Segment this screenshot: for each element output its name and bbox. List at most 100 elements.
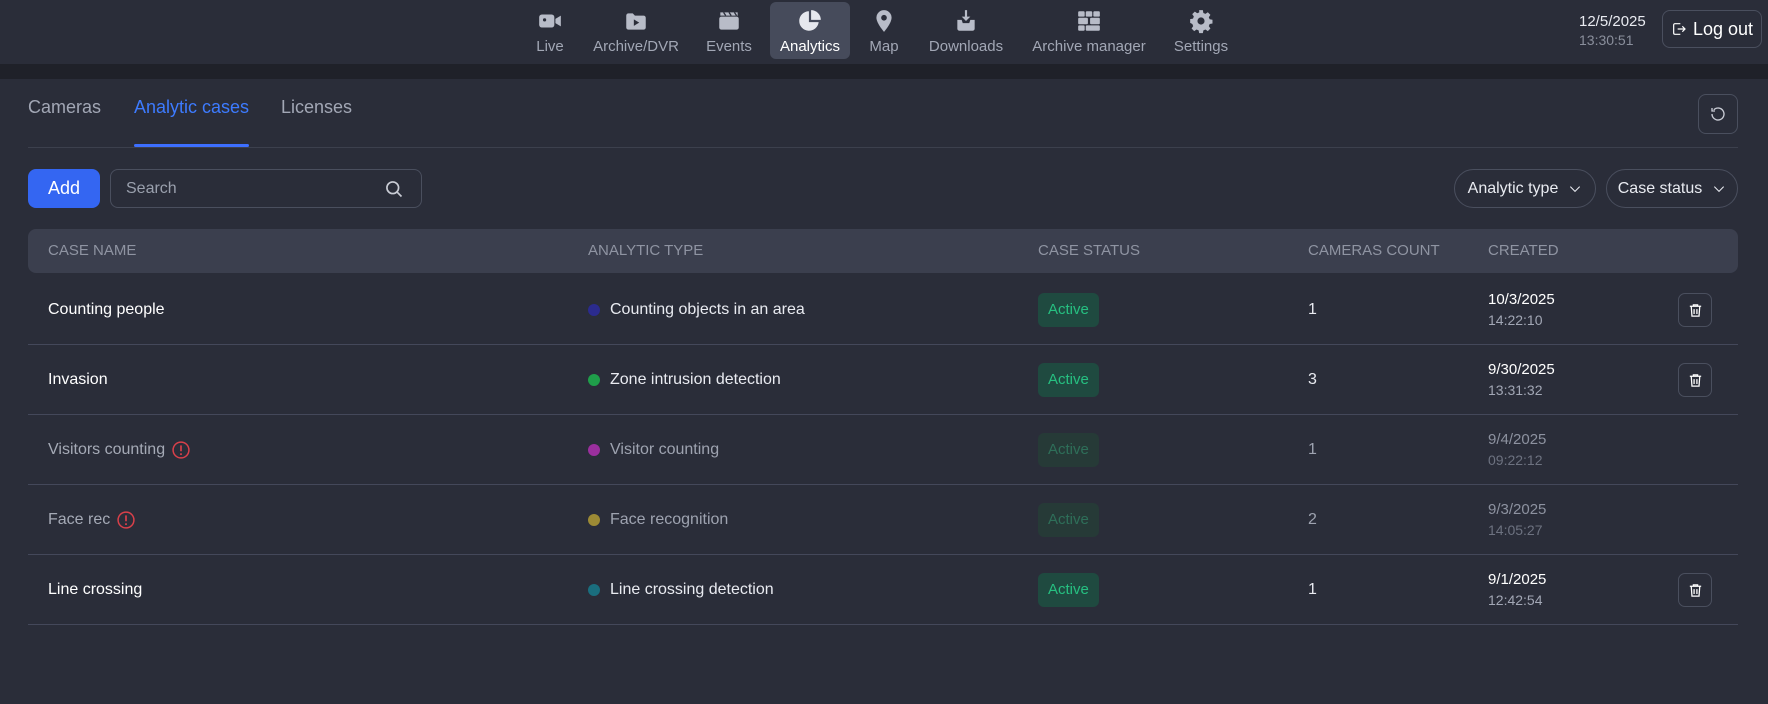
table-row[interactable]: Counting people Counting objects in an a… — [28, 275, 1738, 345]
case-name-cell: Invasion — [48, 345, 108, 415]
nav-item-settings[interactable]: Settings — [1172, 2, 1230, 59]
nav-item-map[interactable]: Map — [864, 2, 904, 59]
case-status-filter[interactable]: Case status — [1606, 169, 1738, 208]
column-header-analytic-type[interactable]: ANALYTIC TYPE — [588, 229, 703, 273]
tab-cameras[interactable]: Cameras — [28, 97, 101, 147]
case-name-cell: Line crossing — [48, 555, 142, 625]
download-box-icon — [957, 10, 975, 31]
analytic-type: Visitor counting — [610, 441, 720, 458]
column-header-cameras-count[interactable]: CAMERAS COUNT — [1308, 229, 1440, 273]
status-badge: Active — [1038, 293, 1099, 327]
nav-item-live[interactable]: Live — [530, 2, 570, 59]
analytic-type-dot — [588, 584, 600, 596]
clapperboard-icon — [719, 11, 739, 30]
nav-label-archive-dvr: Archive/DVR — [593, 38, 679, 55]
analytic-type: Zone intrusion detection — [610, 371, 781, 388]
grid-layout-icon — [1078, 11, 1100, 31]
refresh-button[interactable] — [1698, 94, 1738, 134]
analytic-type-cell: Zone intrusion detection — [588, 345, 781, 415]
created-cell: 9/30/2025 13:31:32 — [1488, 345, 1555, 415]
analytic-type-filter[interactable]: Analytic type — [1454, 169, 1596, 208]
cameras-count-cell: 1 — [1308, 581, 1317, 598]
logout-button[interactable]: Log out — [1662, 10, 1762, 48]
created-cell: 10/3/2025 14:22:10 — [1488, 275, 1555, 345]
case-name: Invasion — [48, 371, 108, 388]
cameras-count-cell: 1 — [1308, 301, 1317, 318]
analytic-type-dot — [588, 304, 600, 316]
nav-label-archive-manager: Archive manager — [1032, 38, 1146, 55]
tabs-divider — [28, 147, 1738, 148]
nav-label-analytics: Analytics — [779, 38, 841, 55]
cameras-count-cell: 1 — [1308, 441, 1317, 458]
created-time: 09:22:12 — [1488, 452, 1543, 468]
table-row[interactable]: Invasion Zone intrusion detection Active… — [28, 345, 1738, 415]
nav-label-downloads: Downloads — [928, 38, 1004, 55]
analytic-type-cell: Visitor counting — [588, 415, 719, 485]
created-date: 9/1/2025 — [1488, 571, 1547, 588]
created-date: 9/30/2025 — [1488, 361, 1555, 378]
search-icon[interactable] — [384, 179, 404, 199]
created-time: 13:31:32 — [1488, 382, 1543, 398]
nav-item-archive-dvr[interactable]: Archive/DVR — [590, 2, 682, 59]
table-header: CASE NAME ANALYTIC TYPE CASE STATUS CAME… — [28, 229, 1738, 273]
pie-chart-icon — [799, 10, 821, 31]
trash-icon — [1689, 303, 1701, 317]
created-cell: 9/3/2025 14:05:27 — [1488, 485, 1546, 555]
created-time: 14:05:27 — [1488, 522, 1543, 538]
analytic-type-cell: Line crossing detection — [588, 555, 774, 625]
case-status-cell: Active — [1038, 555, 1099, 625]
table-row[interactable]: Line crossing Line crossing detection Ac… — [28, 555, 1738, 625]
logout-label: Log out — [1692, 18, 1754, 39]
tab-licenses[interactable]: Licenses — [281, 97, 352, 147]
nav-label-map: Map — [869, 38, 899, 55]
camera-icon — [539, 14, 561, 28]
case-status-cell: Active — [1038, 485, 1099, 555]
nav-item-events[interactable]: Events — [704, 2, 754, 59]
warning-icon — [172, 441, 190, 459]
tab-label-analytic-cases: Analytic cases — [134, 97, 250, 117]
status-badge: Active — [1038, 433, 1099, 467]
case-name-cell: Counting people — [48, 275, 165, 345]
search-box — [110, 169, 422, 208]
case-status-filter-label: Case status — [1617, 179, 1703, 197]
analytic-type-dot — [588, 514, 600, 526]
nav-item-archive-manager[interactable]: Archive manager — [1030, 2, 1148, 59]
status-badge: Active — [1038, 573, 1099, 607]
top-bar-divider — [0, 64, 1768, 79]
delete-button[interactable] — [1678, 293, 1712, 327]
case-status-cell: Active — [1038, 275, 1099, 345]
chevron-down-icon — [1570, 185, 1581, 192]
nav-label-live: Live — [536, 38, 564, 55]
map-pin-icon — [876, 10, 892, 32]
nav-item-analytics[interactable]: Analytics — [770, 2, 850, 59]
created-time: 12:42:54 — [1488, 592, 1543, 608]
status-badge: Active — [1038, 363, 1099, 397]
created-date: 10/3/2025 — [1488, 291, 1555, 308]
delete-button[interactable] — [1678, 573, 1712, 607]
current-date: 12/5/2025 — [1579, 13, 1646, 30]
table-row[interactable]: Face rec Face recognition Active 2 9/3/2… — [28, 485, 1738, 555]
add-button[interactable]: Add — [28, 169, 100, 208]
case-name: Counting people — [48, 301, 165, 318]
analytic-type-cell: Counting objects in an area — [588, 275, 805, 345]
delete-button[interactable] — [1678, 363, 1712, 397]
tab-analytic-cases[interactable]: Analytic cases — [134, 97, 250, 147]
analytic-type: Face recognition — [610, 511, 729, 528]
created-time: 14:22:10 — [1488, 312, 1543, 328]
search-input[interactable] — [111, 170, 384, 207]
created-cell: 9/1/2025 12:42:54 — [1488, 555, 1546, 625]
column-header-case-name[interactable]: CASE NAME — [48, 229, 136, 273]
case-name-cell: Visitors counting — [48, 415, 191, 485]
current-time: 13:30:51 — [1579, 32, 1634, 48]
case-name: Visitors counting — [48, 441, 166, 458]
nav-label-events: Events — [706, 38, 752, 55]
logout-icon — [1673, 23, 1686, 35]
chevron-down-icon — [1714, 185, 1725, 192]
trash-icon — [1689, 583, 1701, 597]
column-header-case-status[interactable]: CASE STATUS — [1038, 229, 1140, 273]
nav-item-downloads[interactable]: Downloads — [925, 2, 1007, 59]
case-name: Line crossing — [48, 581, 143, 598]
table-row[interactable]: Visitors counting Visitor counting Activ… — [28, 415, 1738, 485]
case-name-cell: Face rec — [48, 485, 136, 555]
column-header-created[interactable]: CREATED — [1488, 229, 1559, 273]
